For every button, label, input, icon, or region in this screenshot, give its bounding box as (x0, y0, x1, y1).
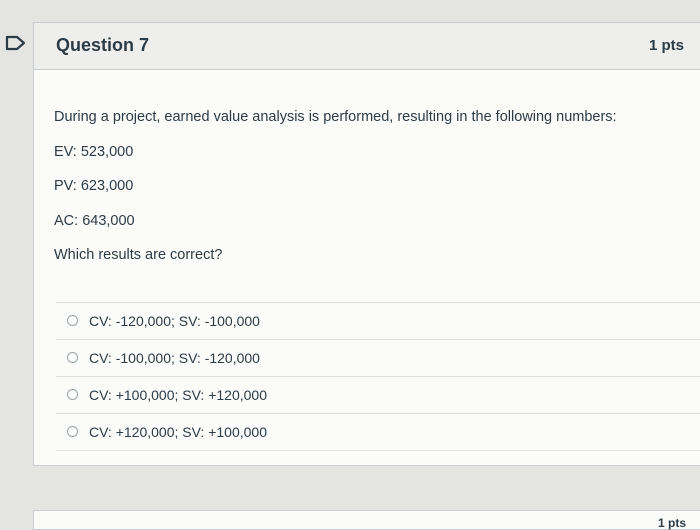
next-question-card: 1 pts (33, 510, 700, 530)
answer-label[interactable]: CV: -100,000; SV: -120,000 (89, 350, 260, 366)
answer-option-1[interactable]: CV: -120,000; SV: -100,000 (56, 302, 700, 339)
answer-option-3[interactable]: CV: +100,000; SV: +120,000 (56, 376, 700, 413)
question-ac-line: AC: 643,000 (54, 212, 135, 229)
answer-list: CV: -120,000; SV: -100,000 CV: -100,000;… (56, 302, 700, 451)
answer-label[interactable]: CV: +100,000; SV: +120,000 (89, 387, 267, 403)
question-card: Question 7 1 pts During a project, earne… (33, 22, 700, 466)
radio-button[interactable] (67, 389, 78, 400)
radio-button[interactable] (67, 315, 78, 326)
question-title: Question 7 (56, 35, 150, 55)
answer-label[interactable]: CV: +120,000; SV: +100,000 (89, 424, 267, 440)
question-ev-line: EV: 523,000 (54, 143, 134, 160)
answer-label[interactable]: CV: -120,000; SV: -100,000 (89, 313, 260, 329)
question-header: Question 7 1 pts (34, 23, 700, 70)
answer-option-4[interactable]: CV: +120,000; SV: +100,000 (56, 413, 700, 451)
question-text: During a project, earned value analysis … (54, 109, 680, 282)
answer-option-2[interactable]: CV: -100,000; SV: -120,000 (56, 339, 700, 376)
next-question-points: 1 pts (657, 516, 686, 530)
question-prompt: During a project, earned value analysis … (54, 109, 617, 125)
radio-button[interactable] (67, 352, 78, 363)
radio-button[interactable] (67, 426, 78, 437)
flag-question-icon[interactable] (5, 35, 27, 51)
question-pv-line: PV: 623,000 (54, 178, 134, 194)
question-points: 1 pts (648, 37, 684, 54)
question-ask: Which results are correct? (54, 247, 223, 263)
